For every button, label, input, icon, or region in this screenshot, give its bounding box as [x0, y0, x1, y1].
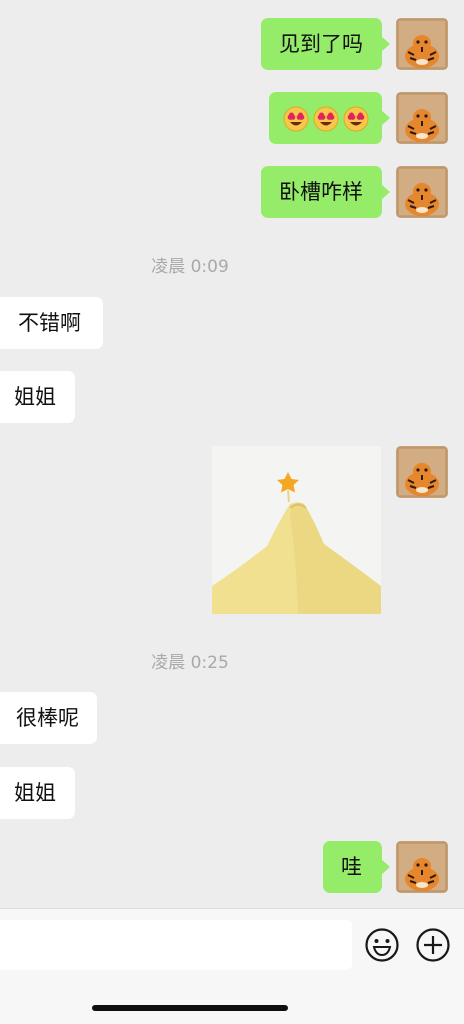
- avatar[interactable]: [396, 92, 448, 144]
- message-bubble-outgoing[interactable]: 哇: [323, 841, 390, 893]
- yellow-mitten-hands-photo: [212, 446, 381, 614]
- message-text: 姐姐: [14, 781, 56, 805]
- message-text: 哇: [341, 855, 362, 879]
- avatar[interactable]: [396, 166, 448, 218]
- tiger-avatar-icon: [396, 446, 448, 498]
- message-text: 见到了吗: [279, 32, 363, 56]
- emoji-icon[interactable]: [364, 927, 400, 963]
- tiger-avatar-icon: [396, 18, 448, 70]
- message-bubble-incoming[interactable]: 姐姐: [0, 371, 75, 423]
- timestamp: 凌晨 0:25: [151, 653, 229, 673]
- message-bubble-outgoing[interactable]: 卧槽咋样: [261, 166, 390, 218]
- message-bubble-incoming[interactable]: 姐姐: [0, 767, 75, 819]
- message-bubble-outgoing[interactable]: 见到了吗: [261, 18, 390, 70]
- tiger-avatar-icon: [396, 841, 448, 893]
- message-input[interactable]: [0, 920, 352, 970]
- message-bubble-outgoing[interactable]: [269, 92, 390, 144]
- image-message[interactable]: [212, 446, 381, 614]
- timestamp: 凌晨 0:09: [151, 257, 229, 277]
- heart-eyes-emoji-icon: [283, 106, 309, 132]
- message-bubble-incoming[interactable]: 很棒呢: [0, 692, 97, 744]
- avatar[interactable]: [396, 18, 448, 70]
- message-text: 不错啊: [18, 311, 81, 335]
- message-text: 姐姐: [14, 385, 56, 409]
- avatar[interactable]: [396, 841, 448, 893]
- tiger-avatar-icon: [396, 92, 448, 144]
- heart-eyes-emoji-icon: [313, 106, 339, 132]
- avatar[interactable]: [396, 446, 448, 498]
- plus-icon[interactable]: [415, 927, 451, 963]
- message-bubble-incoming[interactable]: 不错啊: [0, 297, 103, 349]
- heart-eyes-emoji-icon: [343, 106, 369, 132]
- tiger-avatar-icon: [396, 166, 448, 218]
- home-indicator[interactable]: [92, 1005, 288, 1011]
- message-text: 很棒呢: [16, 706, 79, 730]
- message-text: 卧槽咋样: [279, 180, 363, 204]
